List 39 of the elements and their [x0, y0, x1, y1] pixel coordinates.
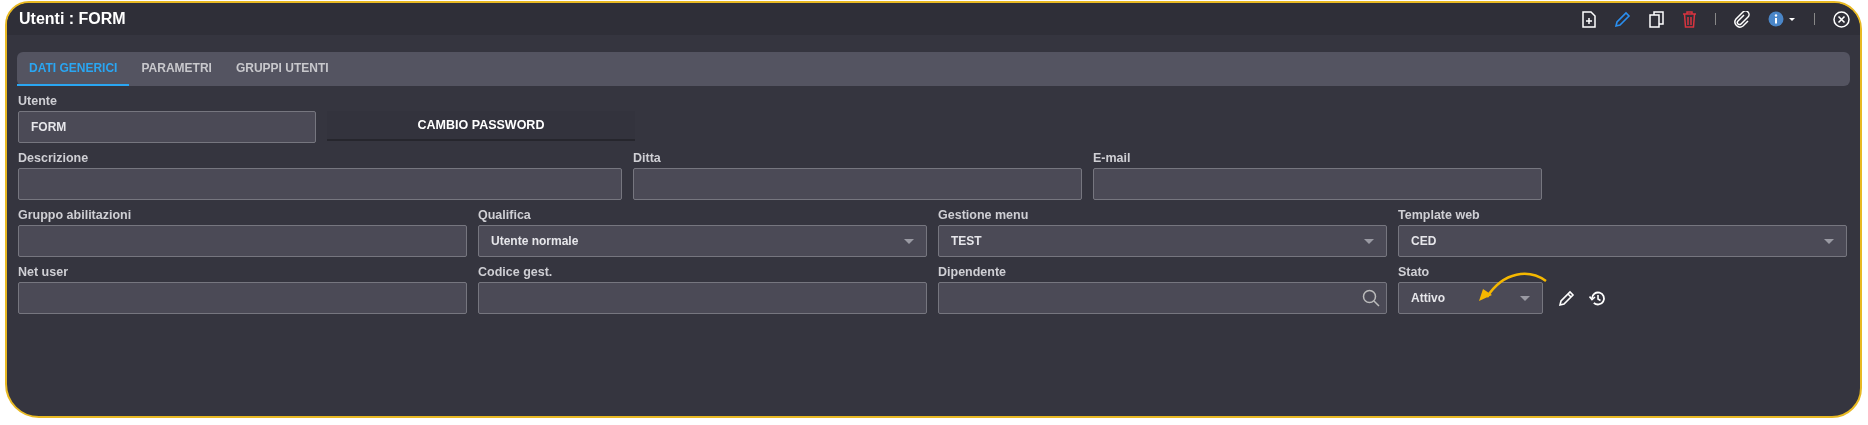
new-document-icon[interactable]: [1582, 10, 1596, 28]
dropdown-caret-icon: [1364, 238, 1374, 244]
input-field[interactable]: FORM: [18, 111, 316, 143]
select-field[interactable]: Attivo: [1398, 282, 1543, 314]
tab[interactable]: PARAMETRI: [129, 52, 224, 86]
input-field[interactable]: [18, 168, 622, 200]
input-field[interactable]: [18, 282, 467, 314]
dropdown-caret-icon: [1824, 238, 1834, 244]
input-field[interactable]: [633, 168, 1082, 200]
field-label: Descrizione: [18, 151, 90, 166]
dropdown-caret-icon: [1520, 295, 1530, 301]
close-icon[interactable]: [1833, 10, 1850, 28]
field-label: Utente: [18, 94, 58, 109]
field-label: Gestione menu: [938, 208, 1030, 223]
field-label: Stato: [1398, 265, 1431, 280]
select-field[interactable]: Utente normale: [478, 225, 927, 257]
search-field[interactable]: [938, 282, 1387, 314]
trash-icon[interactable]: [1682, 10, 1697, 28]
field-label: Template web: [1398, 208, 1481, 223]
field-label: E-mail: [1093, 151, 1132, 166]
input-field[interactable]: [1093, 168, 1542, 200]
field-label: Net user: [18, 265, 70, 280]
input-field[interactable]: [18, 225, 467, 257]
field-label: Ditta: [633, 151, 662, 166]
field-label: Dipendente: [938, 265, 1008, 280]
search-icon[interactable]: [1362, 289, 1380, 307]
field-label: Qualifica: [478, 208, 532, 223]
field-label: Codice gest.: [478, 265, 554, 280]
select-field[interactable]: TEST: [938, 225, 1387, 257]
input-field[interactable]: [478, 282, 927, 314]
info-icon[interactable]: [1768, 11, 1796, 27]
field-label: Gruppo abilitazioni: [18, 208, 133, 223]
paperclip-icon[interactable]: [1734, 10, 1750, 28]
history-icon[interactable]: [1589, 289, 1606, 307]
window-title: Utenti : FORM: [19, 9, 126, 29]
select-field[interactable]: CED: [1398, 225, 1847, 257]
tab[interactable]: GRUPPI UTENTI: [223, 52, 341, 86]
dropdown-caret-icon: [904, 238, 914, 244]
copy-icon[interactable]: [1649, 10, 1664, 28]
